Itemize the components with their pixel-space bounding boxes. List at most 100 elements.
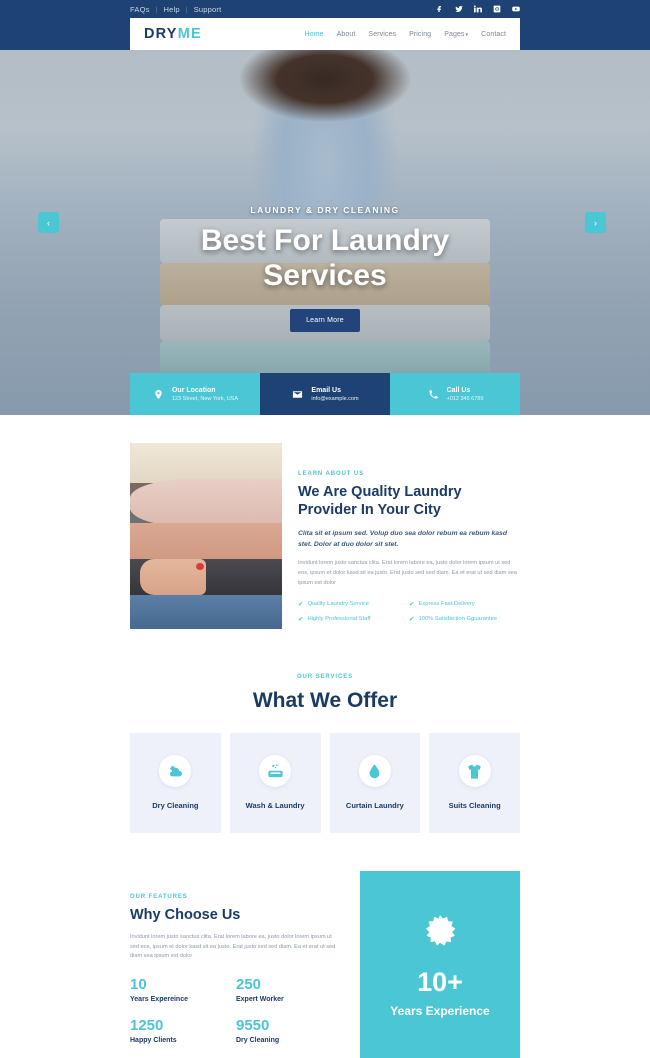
- twitter-icon[interactable]: [455, 5, 463, 13]
- social-links: [436, 5, 520, 13]
- about-checklist: ✔ Quality Laundry Service ✔ Express Fast…: [298, 600, 520, 630]
- services-section: OUR SERVICES What We Offer Dry Cleaning …: [130, 630, 520, 833]
- contact-item-phone[interactable]: Call Us +012 345 6789: [390, 373, 520, 415]
- service-card-wash-laundry[interactable]: Wash & Laundry: [229, 732, 321, 833]
- contact-sub: info@example.com: [311, 395, 359, 402]
- contact-item-email[interactable]: Email Us info@example.com: [260, 373, 390, 415]
- stat-label: Dry Cleaning: [236, 1037, 280, 1045]
- carousel-next-arrow-icon[interactable]: ›: [585, 212, 606, 233]
- check-icon: ✔: [298, 600, 304, 608]
- navbar: DRYME Home About Services Pricing Pages▾…: [130, 18, 520, 50]
- nav-menu: Home About Services Pricing Pages▾ Conta…: [305, 31, 506, 38]
- checklist-item: ✔ Express Fast Delivery: [409, 600, 520, 608]
- service-card-label: Curtain Laundry: [345, 801, 404, 811]
- features-text: OUR FEATURES Why Choose Us Invidunt lore…: [130, 871, 342, 1058]
- nav-item-contact[interactable]: Contact: [481, 31, 506, 38]
- logo-accent: ME: [177, 26, 202, 42]
- about-kicker: LEARN ABOUT US: [298, 471, 365, 477]
- tshirt-icon: [458, 755, 491, 788]
- stat-number: 250: [236, 976, 262, 994]
- stat-number: 1250: [130, 1017, 164, 1035]
- badge-number: 10+: [417, 966, 463, 997]
- about-paragraph: Invidunt lorem justo sanctus clita. Erat…: [298, 560, 517, 586]
- hero-carousel: LAUNDRY & DRY CLEANING Best For Laundry …: [0, 44, 650, 415]
- hero-title: Best For Laundry Services: [200, 224, 450, 292]
- services-kicker: OUR SERVICES: [296, 673, 354, 680]
- learn-more-button[interactable]: Learn More: [290, 308, 360, 332]
- about-body: LEARN ABOUT US We Are Quality Laundry Pr…: [298, 443, 520, 630]
- hero-kicker: LAUNDRY & DRY CLEANING: [250, 205, 400, 216]
- contact-sub: +012 345 6789: [446, 395, 484, 402]
- topbar-link-faqs[interactable]: FAQs: [130, 5, 150, 14]
- stat-item: 250 Expert Worker: [236, 976, 342, 1003]
- checklist-item: ✔ Quality Laundry Service: [298, 600, 409, 608]
- service-card-suits-cleaning[interactable]: Suits Cleaning: [429, 732, 520, 833]
- navbar-wrapper: DRYME Home About Services Pricing Pages▾…: [0, 18, 650, 50]
- topbar-separator: |: [185, 4, 188, 14]
- nav-item-about[interactable]: About: [337, 31, 356, 38]
- contact-title: Our Location: [171, 386, 216, 394]
- top-bar-links: FAQs | Help | Support: [130, 5, 221, 14]
- checklist-label: Quality Laundry Service: [307, 600, 369, 607]
- contact-item-location[interactable]: Our Location 123 Street, New York, USA: [130, 373, 260, 415]
- nav-item-services[interactable]: Services: [368, 31, 396, 38]
- check-icon: ✔: [409, 615, 415, 623]
- logo-primary: DRY: [144, 26, 178, 42]
- sun-cloud-icon: [159, 755, 192, 788]
- nav-item-pages[interactable]: Pages▾: [444, 31, 468, 38]
- features-kicker: OUR FEATURES: [130, 893, 188, 900]
- hero-content: LAUNDRY & DRY CLEANING Best For Laundry …: [0, 44, 650, 415]
- stats-grid: 10 Years Expereince 250 Expert Worker 12…: [130, 976, 342, 1058]
- stat-label: Years Expereince: [130, 996, 188, 1004]
- carousel-prev-arrow-icon[interactable]: ‹: [38, 212, 59, 233]
- contact-title: Call Us: [446, 386, 471, 394]
- instagram-icon[interactable]: [493, 5, 501, 13]
- service-card-label: Wash & Laundry: [245, 801, 305, 811]
- about-lead: Clita sit et ipsum sed. Volup duo sea do…: [298, 530, 507, 548]
- about-section: LEARN ABOUT US We Are Quality Laundry Pr…: [130, 415, 520, 630]
- topbar-link-support[interactable]: Support: [194, 5, 222, 14]
- starburst-icon: [423, 914, 457, 949]
- badge-label: Years Experience: [390, 1003, 490, 1018]
- nav-item-pricing[interactable]: Pricing: [409, 31, 431, 38]
- chevron-down-icon: ▾: [465, 31, 469, 38]
- stat-item: 10 Years Expereince: [130, 976, 236, 1003]
- facebook-icon[interactable]: [436, 5, 444, 13]
- about-image-layer: [130, 523, 282, 563]
- check-icon: ✔: [298, 615, 304, 623]
- about-title: We Are Quality Laundry Provider In Your …: [298, 484, 462, 519]
- features-title: Why Choose Us: [130, 906, 241, 923]
- main-container: LEARN ABOUT US We Are Quality Laundry Pr…: [130, 415, 520, 1058]
- stat-label: Expert Worker: [236, 996, 284, 1004]
- envelope-icon: [291, 388, 304, 401]
- checklist-label: 100% Satisfaction Gguarantee: [418, 615, 498, 622]
- contact-title: Email Us: [311, 386, 341, 394]
- stat-number: 9550: [236, 1017, 270, 1035]
- site-logo[interactable]: DRYME: [144, 26, 202, 42]
- phone-icon: [427, 388, 440, 401]
- stat-label: Happy Clients: [130, 1037, 177, 1045]
- topbar-link-help[interactable]: Help: [164, 5, 180, 14]
- checklist-label: Highly Professional Staff: [307, 615, 371, 622]
- service-card-dry-cleaning[interactable]: Dry Cleaning: [130, 732, 221, 833]
- page-root: FAQs | Help | Support DRYME Home About S…: [0, 0, 650, 1058]
- about-image: [130, 443, 282, 629]
- top-bar: FAQs | Help | Support: [0, 0, 650, 18]
- contact-info-bar: Our Location 123 Street, New York, USA E…: [130, 373, 520, 415]
- linkedin-icon[interactable]: [474, 5, 482, 13]
- location-pin-icon: [152, 388, 165, 401]
- soap-bar-icon: [259, 755, 292, 788]
- features-section: OUR FEATURES Why Choose Us Invidunt lore…: [130, 833, 520, 1058]
- about-image-layer: [130, 479, 282, 527]
- experience-badge-panel: 10+ Years Experience: [360, 870, 520, 1058]
- checklist-item: ✔ Highly Professional Staff: [298, 615, 409, 623]
- service-card-label: Suits Cleaning: [448, 801, 501, 811]
- nav-item-home[interactable]: Home: [305, 31, 324, 38]
- service-card-curtain-laundry[interactable]: Curtain Laundry: [329, 732, 421, 833]
- features-paragraph: Invidunt lorem justo sanctus clita. Erat…: [130, 933, 336, 960]
- services-title: What We Offer: [252, 688, 398, 712]
- youtube-icon[interactable]: [512, 5, 520, 13]
- check-icon: ✔: [409, 600, 415, 608]
- nav-item-pages-label: Pages: [444, 30, 465, 38]
- water-drop-icon: [358, 755, 391, 788]
